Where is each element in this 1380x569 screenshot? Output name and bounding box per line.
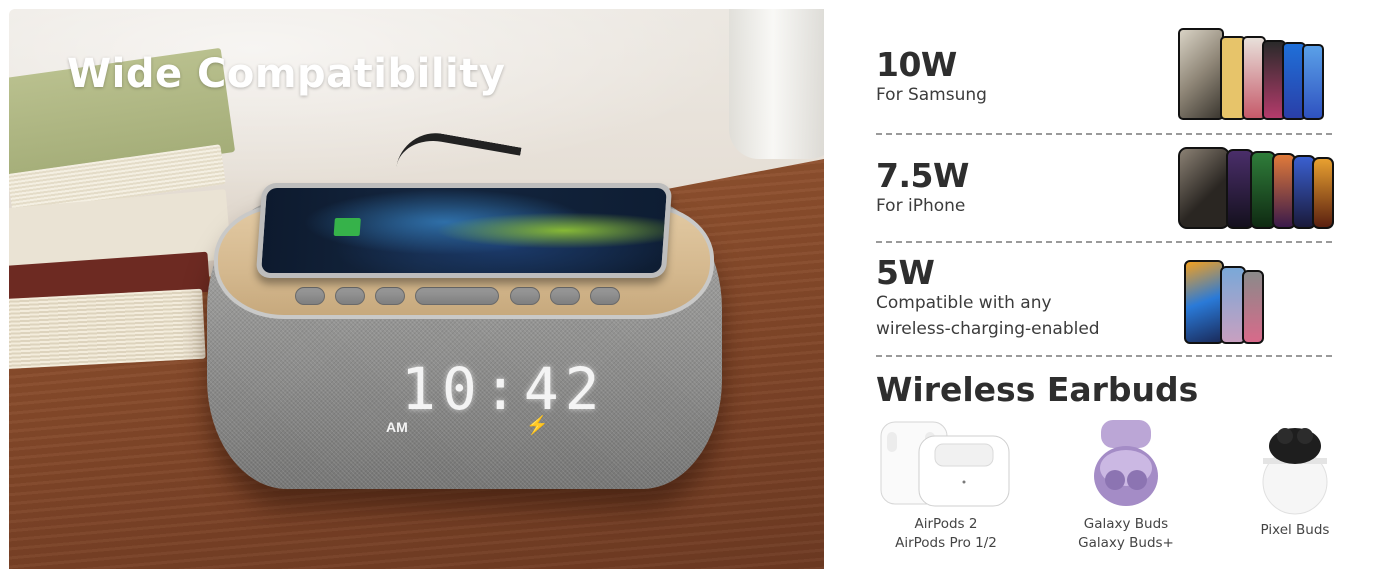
phone-screen: [261, 188, 667, 273]
speaker-button-prev: [295, 287, 325, 305]
divider: [876, 133, 1332, 135]
product-photo: 10:42 AM ⚡ Wide Compatibility: [9, 9, 824, 569]
airpods-case-image: [880, 421, 1010, 507]
speaker-button-alarm: [510, 287, 540, 305]
phone-on-charger: [255, 183, 673, 278]
earbuds-label-2: Galaxy Buds+: [1078, 535, 1174, 551]
phone-image: [1242, 270, 1264, 344]
earbuds-label: Pixel Buds: [1260, 522, 1330, 538]
phone-image: [1302, 44, 1324, 120]
charging-bolt-icon: ⚡: [526, 415, 549, 435]
speaker-button-snooze: [415, 287, 499, 305]
earbuds-label: AirPods 2: [914, 516, 978, 532]
earbuds-label-2: AirPods Pro 1/2: [895, 535, 997, 551]
generic-phones-image: [1184, 260, 1264, 344]
phone-image: [1184, 260, 1224, 344]
speaker-button-mode: [335, 287, 365, 305]
speaker-button-light: [550, 287, 580, 305]
speaker-button-next: [590, 287, 620, 305]
photo-title: Wide Compatibility: [67, 51, 506, 97]
earbuds-pixel: Pixel Buds: [1240, 418, 1350, 540]
galaxy-buds-case-image: [1094, 420, 1158, 506]
compatibility-panel: 10W For Samsung 7.5W For iPhone 5W Compa…: [824, 0, 1380, 569]
clock-display: 10:42: [401, 355, 606, 423]
pixel-buds-case-image: [1262, 428, 1328, 515]
battery-icon: [333, 218, 361, 236]
earbuds-airpods: AirPods 2 AirPods Pro 1/2: [876, 418, 1016, 553]
glass-vase: [729, 9, 824, 159]
speaker-buttons: [295, 287, 645, 309]
samsung-phones-image: [1178, 28, 1324, 120]
iphone-phones-image: [1178, 147, 1334, 229]
book-pages-bottom: [9, 288, 206, 370]
divider: [876, 241, 1332, 243]
earbuds-label: Galaxy Buds: [1083, 516, 1169, 532]
phone-image: [1178, 28, 1224, 120]
speaker-button-bt: [375, 287, 405, 305]
earbuds-galaxy: Galaxy Buds Galaxy Buds+: [1066, 418, 1186, 553]
phone-image: [1178, 147, 1230, 229]
phone-image: [1312, 157, 1334, 229]
earbuds-title: Wireless Earbuds: [876, 370, 1199, 409]
clock-ampm: AM: [386, 419, 408, 435]
divider: [876, 355, 1332, 357]
